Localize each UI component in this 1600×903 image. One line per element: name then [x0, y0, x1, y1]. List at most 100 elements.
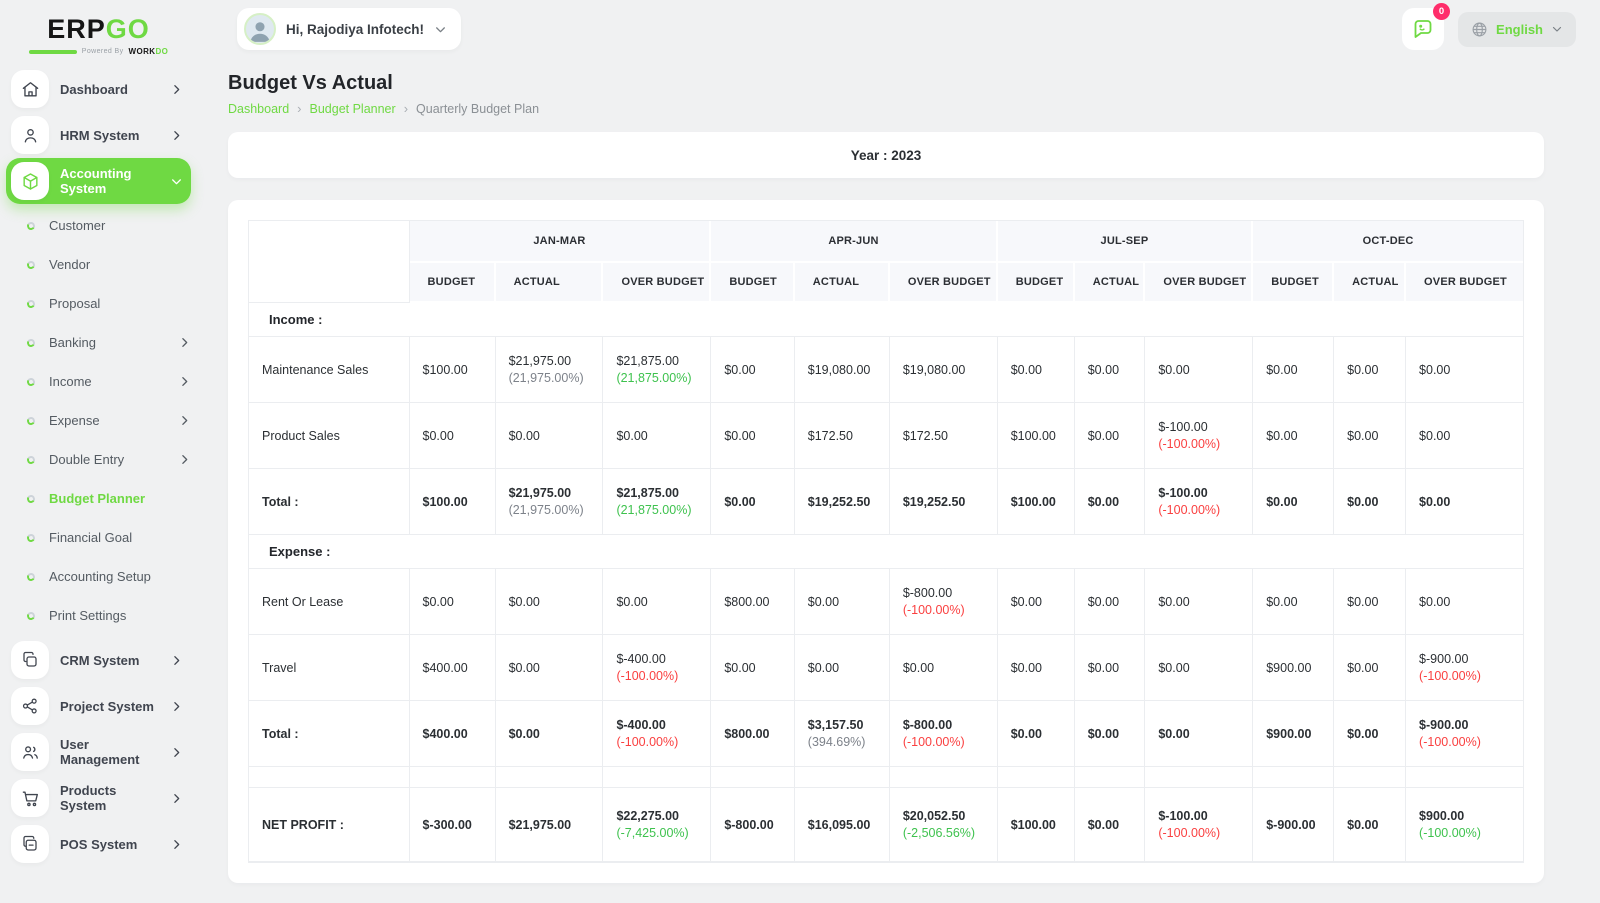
- sidebar-item-print-settings[interactable]: Print Settings: [6, 596, 191, 635]
- sidebar-item-user-management[interactable]: User Management: [6, 729, 191, 775]
- table-cell: $21,975.00 (21,975.00%): [495, 337, 604, 403]
- logo-tagline: Powered By WORKDO: [28, 47, 169, 56]
- row-label: Total :: [249, 701, 410, 767]
- sidebar-item-proposal[interactable]: Proposal: [6, 284, 191, 323]
- sidebar-item-financial-goal[interactable]: Financial Goal: [6, 518, 191, 557]
- sidebar-item-expense[interactable]: Expense: [6, 401, 191, 440]
- table-cell: $0.00: [997, 337, 1075, 403]
- table-cell: $0.00: [1074, 337, 1146, 403]
- cell-amount: $0.00: [1010, 726, 1042, 741]
- cell-amount: $400.00: [422, 726, 468, 741]
- sidebar-item-double-entry[interactable]: Double Entry: [6, 440, 191, 479]
- breadcrumb-dashboard-link[interactable]: Dashboard: [228, 102, 289, 116]
- language-selector[interactable]: English: [1458, 11, 1576, 47]
- quarter-header: JAN-MAR: [409, 221, 712, 263]
- table-cell: $0.00: [1334, 469, 1407, 535]
- sidebar-item-customer[interactable]: Customer: [6, 206, 191, 245]
- sidebar-item-accounting-setup[interactable]: Accounting Setup: [6, 557, 191, 596]
- cell-amount: $-800.00: [902, 718, 953, 732]
- row-label: Maintenance Sales: [249, 337, 410, 403]
- chat-icon: [1414, 20, 1432, 38]
- table-cell: $0.00: [889, 635, 998, 701]
- cell-amount: $-800.00: [724, 817, 774, 832]
- cell-amount: $21,975.00: [508, 354, 572, 368]
- cell-percent: (-100.00%): [616, 669, 679, 683]
- sidebar-item-products-system[interactable]: Products System: [6, 775, 191, 821]
- table-row: Travel $400.00 $0.00 $-400.00 (-100.00%) $0.0…: [249, 635, 1523, 701]
- year-card: Year : 2023: [228, 132, 1544, 178]
- chevron-right-icon: [174, 793, 180, 803]
- table-cell: $-100.00 (-100.00%): [1145, 403, 1254, 469]
- sidebar-item-budget-planner[interactable]: Budget Planner: [6, 479, 191, 518]
- cell-amount: $0.00: [724, 362, 756, 377]
- table-cell: $0.00: [1334, 403, 1407, 469]
- logo-underline: [28, 49, 77, 54]
- messages-button[interactable]: 0: [1402, 3, 1451, 50]
- chevron-right-icon: [182, 338, 188, 347]
- sidebar-item-vendor[interactable]: Vendor: [6, 245, 191, 284]
- sub-item-label: Proposal: [49, 296, 101, 311]
- table-cell: $0.00: [1334, 788, 1407, 862]
- cell-amount: $800.00: [724, 726, 770, 741]
- sidebar-item-hrm-system[interactable]: HRM System: [6, 112, 191, 158]
- cell-amount: $0.00: [1158, 594, 1190, 609]
- cell-amount: $0.00: [1419, 428, 1451, 443]
- cell-percent: (-100.00%): [1158, 826, 1221, 840]
- table-cell: $0.00: [711, 635, 795, 701]
- sidebar-item-dashboard[interactable]: Dashboard: [6, 66, 191, 112]
- home-icon: [11, 70, 49, 108]
- sub-item-label: Customer: [49, 218, 106, 233]
- sub-item-label: Vendor: [49, 257, 91, 272]
- table-cell: $172.50: [889, 403, 998, 469]
- sidebar-item-label: HRM System: [60, 127, 140, 143]
- sidebar-item-project-system[interactable]: Project System: [6, 683, 191, 729]
- cell-amount: $800.00: [724, 594, 770, 609]
- cell-amount: $0.00: [807, 660, 840, 675]
- logo-workdo: WORKDO: [128, 47, 169, 56]
- breadcrumb-budget-planner-link[interactable]: Budget Planner: [310, 102, 396, 116]
- sidebar-item-pos-system[interactable]: POS System: [6, 821, 191, 867]
- table-row: Product Sales $0.00 $0.00 $0.00 $0.00 $172.50…: [249, 403, 1523, 469]
- table-cell: $0.00: [1406, 569, 1523, 635]
- spacer-cell: [603, 767, 712, 788]
- cell-percent: (-100.00%): [1419, 826, 1481, 840]
- cell-percent: (-100.00%): [1419, 735, 1481, 749]
- sub-item-label: Banking: [49, 335, 96, 350]
- app-logo[interactable]: ERPGO Powered By WORKDO: [6, 10, 191, 66]
- bullet-icon: [26, 415, 36, 426]
- spacer-cell: [1253, 767, 1335, 788]
- accounting-submenu: Customer Vendor Proposal Banking Income: [6, 204, 191, 637]
- cell-amount: $0.00: [1419, 362, 1451, 377]
- sidebar-item-banking[interactable]: Banking: [6, 323, 191, 362]
- table-cell: $0.00: [495, 701, 604, 767]
- table-cell: $0.00: [603, 403, 712, 469]
- table-cell: $0.00: [1074, 788, 1146, 862]
- cell-amount: $21,875.00: [616, 354, 679, 368]
- logo-erp: ERP: [47, 14, 106, 44]
- chevron-right-icon: [182, 377, 188, 386]
- sidebar-item-label: User Management: [60, 737, 140, 767]
- quarter-header: OCT-DEC: [1253, 221, 1523, 263]
- sidebar-item-accounting-system[interactable]: Accounting System: [6, 158, 191, 204]
- net-profit-row: NET PROFIT : $-300.00 $21,975.00 $22,275.00…: [249, 788, 1523, 862]
- cell-amount: $100.00: [422, 494, 468, 509]
- table-cell: $0.00: [1145, 701, 1254, 767]
- table-cell: $900.00: [1253, 701, 1335, 767]
- user-group-icon: [11, 733, 49, 771]
- sidebar-item-income[interactable]: Income: [6, 362, 191, 401]
- cell-percent: (-100.00%): [902, 603, 965, 617]
- table-cell: $0.00: [1145, 635, 1254, 701]
- bullet-icon: [26, 454, 36, 465]
- cell-percent: (-2,506.56%): [902, 826, 976, 840]
- table-cell: $800.00: [711, 569, 795, 635]
- table-cell: $100.00: [997, 788, 1075, 862]
- table-cell: $0.00: [1406, 337, 1523, 403]
- user-menu-button[interactable]: Hi, Rajodiya Infotech!: [237, 8, 462, 50]
- cell-amount: $0.00: [508, 660, 540, 675]
- spacer-row: [249, 767, 1523, 788]
- logo-wordmark: ERPGO: [47, 16, 150, 43]
- sidebar-item-crm-system[interactable]: CRM System: [6, 637, 191, 683]
- cell-amount: $0.00: [1419, 594, 1451, 609]
- column-header: ACTUAL: [495, 263, 604, 303]
- cell-amount: $900.00: [1419, 809, 1465, 823]
